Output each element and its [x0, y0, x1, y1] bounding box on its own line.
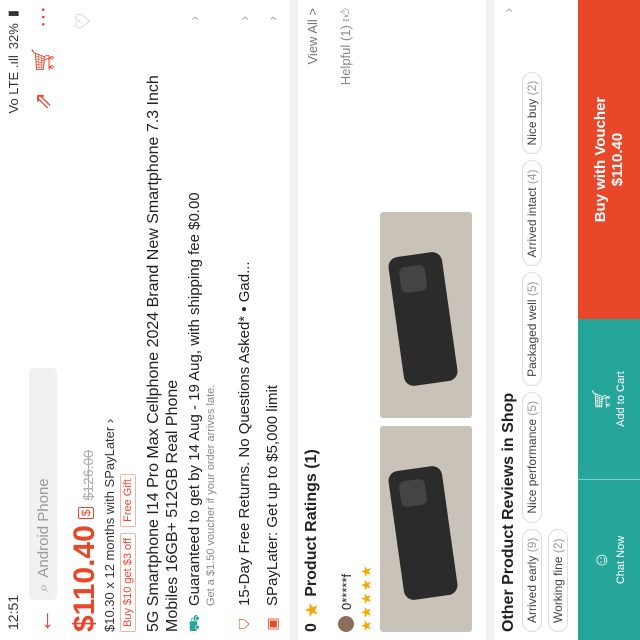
battery-icon: ▮	[5, 10, 20, 18]
buy-with-voucher-button[interactable]: Buy with Voucher $110.40	[578, 0, 640, 319]
shipping-text: Guaranteed to get by 14 Aug - 19 Aug, wi…	[186, 192, 217, 606]
cart-icon[interactable]: 🛒︎	[30, 46, 56, 74]
camera-module	[398, 264, 428, 294]
chevron-right-icon: ›	[102, 418, 117, 424]
installment-text[interactable]: $10.30 x 12 months with SPayLater ›	[102, 419, 117, 632]
signal-icon: Vo LTE .ıll	[5, 55, 21, 114]
review-tag[interactable]: Arrived early (9)	[522, 528, 542, 632]
review-photo[interactable]	[380, 426, 472, 632]
review-photos	[380, 212, 472, 632]
ratings-title: Product Ratings (1)	[303, 449, 320, 597]
tag-label: Working fine	[551, 556, 565, 623]
review-tag[interactable]: Arrived intact (4)	[522, 160, 542, 267]
rating-score: 0	[303, 623, 320, 632]
shield-icon: ⛉	[236, 618, 252, 630]
tag-label: Packaged well	[525, 299, 539, 377]
spaylater-row[interactable]: ▣ SPayLater: Get up to $5,000 limit ›	[264, 8, 281, 632]
tag-count: (5)	[525, 400, 539, 416]
review-tag[interactable]: Nice performance (5)	[522, 391, 542, 523]
chat-label: Chat Now	[615, 535, 627, 585]
review-tag[interactable]: Working fine (2)	[548, 529, 568, 632]
heart-icon[interactable]: ♡	[71, 12, 96, 30]
avatar	[338, 616, 354, 632]
spaylater-icon: ▣	[264, 617, 280, 631]
chevron-right-icon: ›	[500, 8, 516, 13]
promo-chip[interactable]: Free Gift	[120, 474, 136, 527]
chevron-right-icon: ›	[264, 16, 280, 21]
spaylater-label: SPayLater: Get up to $5,000 limit	[264, 385, 281, 606]
review-tag[interactable]: Nice buy (2)	[522, 71, 542, 155]
add-to-cart-button[interactable]: 🛒︎ Add to Cart	[578, 319, 640, 480]
old-price: $126.00	[80, 449, 96, 501]
review-tags: Arrived early (9) Nice performance (5) P…	[522, 8, 568, 632]
add-cart-icon: 🛒︎	[591, 387, 611, 411]
status-time: 12:51	[5, 594, 21, 630]
promo-chip[interactable]: Buy $10 get $3 off	[120, 532, 136, 632]
helpful-label: Helpful (1)	[338, 25, 353, 86]
tag-label: Nice performance	[525, 418, 539, 514]
tag-label: Nice buy	[525, 98, 539, 146]
buy-label: Buy with Voucher	[592, 96, 609, 223]
tag-count: (5)	[525, 281, 539, 297]
price: $110.40	[68, 525, 101, 632]
bottom-action-bar: ☺ Chat Now 🛒︎ Add to Cart Buy with Vouch…	[578, 0, 640, 640]
tag-count: (9)	[525, 537, 539, 553]
helpful-button[interactable]: Helpful (1) 👍︎	[338, 8, 354, 85]
tag-count: (2)	[525, 80, 539, 96]
review-stars: ★★★★★	[358, 564, 374, 632]
shop-reviews-title: Other Product Reviews in Shop	[500, 392, 517, 632]
chevron-right-icon: ›	[236, 16, 252, 21]
installment-label: $10.30 x 12 months with SPayLater	[102, 426, 117, 632]
view-all-link[interactable]: View All >	[305, 8, 320, 65]
review-photo[interactable]	[380, 212, 472, 418]
thumbs-up-icon: 👍︎	[338, 8, 353, 22]
more-icon[interactable]: ⋯	[30, 6, 56, 28]
promo-chips: Buy $10 get $3 off Free Gift	[120, 474, 136, 632]
chevron-right-icon: ›	[186, 16, 202, 21]
share-icon[interactable]: ⇗	[30, 92, 56, 110]
reviewer-name: 0*****f	[338, 573, 354, 610]
product-title: 5G Smartphone I14 Pro Max Cellphone 2024…	[145, 75, 181, 632]
top-bar: ← ⌕ Android Phone ⇗ 🛒︎ ⋯	[26, 0, 60, 640]
product-page: 12:51 Vo LTE .ıll 32% ▮ ← ⌕ Android Phon…	[0, 0, 640, 640]
review-user: 0*****f Helpful (1) 👍︎	[338, 8, 354, 632]
search-icon: ⌕	[34, 583, 52, 592]
chat-icon: ☺	[591, 550, 611, 570]
coins-icon: $	[78, 506, 94, 520]
top-actions: ⇗ 🛒︎ ⋯	[30, 6, 56, 110]
shipping-row[interactable]: ⛟ Guaranteed to get by 14 Aug - 19 Aug, …	[186, 8, 217, 632]
chat-now-button[interactable]: ☺ Chat Now	[578, 480, 640, 640]
divider	[290, 0, 298, 640]
search-placeholder: Android Phone	[34, 478, 52, 578]
returns-row[interactable]: ⛉ 15-Day Free Returns. No Questions Aske…	[236, 8, 253, 632]
ratings-header: 0 ★ Product Ratings (1) View All >	[302, 8, 322, 632]
tag-label: Arrived early	[525, 555, 539, 623]
shipping-sub: Get a $1.50 voucher if your order arrive…	[205, 384, 217, 606]
price-row: $110.40 $ $126.00 ♡	[62, 12, 102, 632]
buy-amount: $110.40	[609, 132, 626, 187]
shop-reviews-header[interactable]: Other Product Reviews in Shop ›	[500, 8, 518, 632]
status-right: Vo LTE .ıll 32% ▮	[5, 10, 21, 113]
cart-label: Add to Cart	[615, 371, 627, 427]
screen: 12:51 Vo LTE .ıll 32% ▮ ← ⌕ Android Phon…	[0, 0, 640, 640]
camera-module	[398, 478, 428, 508]
star-icon: ★	[304, 602, 321, 618]
battery-level: 32%	[5, 23, 21, 50]
tag-count: (2)	[551, 538, 565, 554]
status-bar: 12:51 Vo LTE .ıll 32% ▮	[0, 0, 26, 640]
truck-icon: ⛟	[186, 614, 202, 632]
divider	[486, 0, 494, 640]
shipping-label: Guaranteed to get by 14 Aug - 19 Aug, wi…	[186, 192, 203, 606]
back-arrow-icon[interactable]: ←	[28, 608, 59, 634]
tag-count: (4)	[525, 169, 539, 185]
returns-label: 15-Day Free Returns. No Questions Asked*…	[236, 261, 253, 606]
review-tag[interactable]: Packaged well (5)	[522, 272, 542, 386]
search-input[interactable]: ⌕ Android Phone	[29, 368, 57, 600]
tag-label: Arrived intact	[525, 187, 539, 258]
